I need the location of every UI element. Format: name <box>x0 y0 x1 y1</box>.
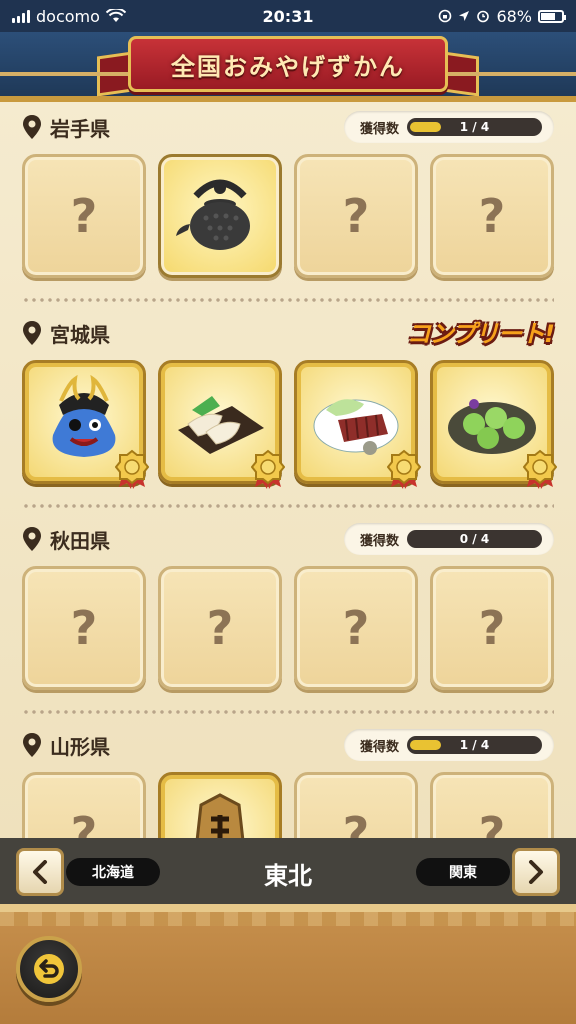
location-arrow-icon <box>459 11 470 21</box>
souvenir-card[interactable]: ? <box>22 772 146 838</box>
iron-teapot-icon <box>172 166 268 266</box>
footer-pattern <box>0 912 576 926</box>
prefecture-name: 岩手県 <box>50 116 110 141</box>
unknown-mark: ? <box>70 601 98 655</box>
prefecture-section: 山形県 獲得数 1 / 4 ??? <box>0 720 576 838</box>
progress-bar: 0 / 4 <box>407 530 542 548</box>
rotation-lock-icon <box>439 9 452 23</box>
carrier-name: docomo <box>36 6 100 26</box>
battery-fill <box>541 12 555 20</box>
section-divider <box>22 290 554 308</box>
page-title: 全国おみやげずかん <box>171 52 405 81</box>
souvenir-grid <box>22 360 557 489</box>
title-banner: 全国おみやげずかん <box>128 36 448 92</box>
prefecture-name: 宮城県 <box>50 322 110 347</box>
next-region-label[interactable]: 関東 <box>416 858 510 886</box>
souvenir-card[interactable] <box>294 360 421 489</box>
souvenir-card[interactable]: ? <box>430 772 554 838</box>
progress-label: 獲得数 <box>360 121 400 137</box>
souvenir-card[interactable]: ? <box>22 566 146 690</box>
return-arrow-icon <box>34 954 64 984</box>
unknown-mark: ? <box>70 807 98 838</box>
section-header: 宮城県 コンプリート! <box>22 308 555 358</box>
unknown-mark: ? <box>206 601 234 655</box>
header: 全国おみやげずかん <box>0 32 576 102</box>
souvenir-grid: ??? <box>22 772 554 838</box>
progress-bar: 1 / 4 <box>407 118 542 136</box>
progress-count: 1 / 4 <box>459 738 490 752</box>
location-pin-icon <box>23 733 41 757</box>
souvenir-grid: ??? <box>22 154 554 278</box>
souvenir-card[interactable] <box>22 360 149 489</box>
prefecture-heading: 岩手県 <box>22 113 110 142</box>
souvenir-card[interactable] <box>430 360 557 489</box>
collection-progress: 獲得数 0 / 4 <box>344 523 554 555</box>
section-header: 岩手県 獲得数 1 / 4 <box>22 102 554 152</box>
prefecture-section: 宮城県 コンプリート! <box>0 308 576 514</box>
souvenir-card[interactable]: ? <box>430 154 554 278</box>
region-navigation: 北海道 東北 関東 <box>0 838 576 904</box>
prefecture-heading: 秋田県 <box>22 525 110 554</box>
souvenir-card[interactable]: ? <box>22 154 146 278</box>
prefecture-section: 秋田県 獲得数 0 / 4 ???? <box>0 514 576 720</box>
shogi-piece-icon <box>175 787 265 838</box>
status-bar: docomo 20:31 68% <box>0 0 576 32</box>
unknown-mark: ? <box>478 807 506 838</box>
souvenir-card[interactable] <box>158 154 282 278</box>
wifi-icon <box>105 9 126 22</box>
back-button[interactable] <box>16 936 82 1002</box>
unknown-mark: ? <box>342 807 370 838</box>
souvenir-card[interactable] <box>158 360 285 489</box>
location-pin-icon <box>23 527 41 551</box>
location-pin-icon <box>23 115 41 139</box>
souvenir-grid: ???? <box>22 566 554 690</box>
unknown-mark: ? <box>478 601 506 655</box>
complete-medal-icon <box>251 449 285 489</box>
next-region-button[interactable] <box>512 848 560 896</box>
section-header: 秋田県 獲得数 0 / 4 <box>22 514 554 564</box>
battery-percent: 68% <box>496 6 532 26</box>
chevron-right-icon <box>529 860 543 884</box>
souvenir-card[interactable] <box>158 772 282 838</box>
unknown-mark: ? <box>342 601 370 655</box>
progress-count: 1 / 4 <box>459 120 490 134</box>
souvenir-card[interactable]: ? <box>158 566 282 690</box>
complete-medal-icon <box>387 449 421 489</box>
unknown-mark: ? <box>478 189 506 243</box>
location-pin-icon <box>23 321 41 345</box>
battery-icon <box>538 9 566 23</box>
prefecture-heading: 山形県 <box>22 731 110 760</box>
progress-label: 獲得数 <box>360 739 400 755</box>
unknown-mark: ? <box>70 189 98 243</box>
section-divider <box>22 702 554 720</box>
alarm-icon <box>477 10 490 23</box>
souvenir-card[interactable]: ? <box>430 566 554 690</box>
prefecture-name: 山形県 <box>50 734 110 759</box>
prefecture-heading: 宮城県 <box>22 319 110 348</box>
section-divider <box>22 496 554 514</box>
progress-count: 0 / 4 <box>459 532 490 546</box>
souvenir-card[interactable]: ? <box>294 566 418 690</box>
collection-progress: 獲得数 1 / 4 <box>344 111 554 143</box>
progress-bar: 1 / 4 <box>407 736 542 754</box>
prefecture-name: 秋田県 <box>50 528 110 553</box>
progress-label: 獲得数 <box>360 533 400 549</box>
section-header: 山形県 獲得数 1 / 4 <box>22 720 554 770</box>
prefecture-section: 岩手県 獲得数 1 / 4 ??? <box>0 102 576 308</box>
unknown-mark: ? <box>342 189 370 243</box>
complete-medal-icon <box>115 449 149 489</box>
collection-progress: 獲得数 1 / 4 <box>344 729 554 761</box>
souvenir-card[interactable]: ? <box>294 154 418 278</box>
complete-badge: コンプリート! <box>406 319 555 348</box>
footer <box>0 904 576 1024</box>
souvenir-card[interactable]: ? <box>294 772 418 838</box>
collection-list[interactable]: 岩手県 獲得数 1 / 4 ??? 宮城県 コンプリート! 秋田県 獲得数 0 / 4… <box>0 102 576 838</box>
complete-medal-icon <box>523 449 557 489</box>
cellular-signal-icon <box>12 9 30 23</box>
